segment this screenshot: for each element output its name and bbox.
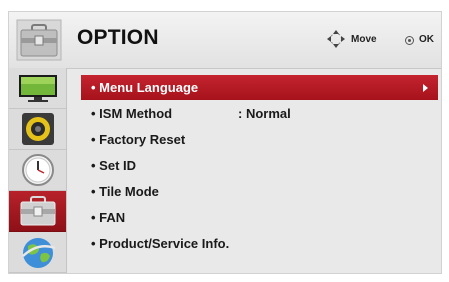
toolbox-icon [15, 18, 63, 62]
menu-item-fan[interactable]: • FAN [67, 205, 441, 230]
move-arrows-icon [326, 29, 346, 49]
sidebar-item-option[interactable] [9, 191, 66, 232]
menu-item-label: • ISM Method [91, 106, 173, 121]
clock-time-icon [20, 152, 56, 188]
category-sidebar [9, 68, 67, 273]
menu-item-label: • Set ID [91, 158, 137, 173]
sidebar-item-picture[interactable] [9, 68, 66, 109]
move-hint-label: Move [351, 34, 377, 45]
sidebar-item-network[interactable] [9, 232, 66, 273]
menu-item-factory-reset[interactable]: • Factory Reset [67, 127, 441, 152]
sidebar-item-audio[interactable] [9, 109, 66, 150]
arrow-right-icon [423, 84, 428, 92]
ok-hint-label: OK [419, 34, 434, 45]
menu-header: OPTION Move OK [9, 12, 441, 69]
ok-button-icon [405, 36, 414, 45]
menu-item-tile-mode[interactable]: • Tile Mode [67, 179, 441, 204]
menu-item-set-id[interactable]: • Set ID [67, 153, 441, 178]
page-title: OPTION [77, 26, 159, 49]
tv-picture-icon [16, 73, 60, 103]
globe-network-icon [19, 234, 57, 270]
menu-item-label: • Factory Reset [91, 132, 186, 147]
sidebar-item-time[interactable] [9, 150, 66, 191]
menu-item-ism-method[interactable]: • ISM Method : Normal [67, 101, 441, 126]
menu-item-label: • Tile Mode [91, 184, 159, 199]
menu-item-value: : Normal [238, 106, 291, 121]
menu-item-label: • Product/Service Info. [91, 236, 230, 251]
menu-item-label: • FAN [91, 210, 126, 225]
menu-item-product-service-info[interactable]: • Product/Service Info. [67, 231, 441, 256]
option-menu-panel: OPTION Move OK • Menu Language • ISM Met… [8, 11, 442, 274]
option-menu-list: • Menu Language • ISM Method : Normal • … [67, 68, 441, 273]
menu-item-label: • Menu Language [91, 80, 199, 95]
toolbox-option-icon [18, 194, 58, 228]
menu-item-menu-language[interactable]: • Menu Language [81, 75, 438, 100]
speaker-audio-icon [20, 111, 56, 147]
